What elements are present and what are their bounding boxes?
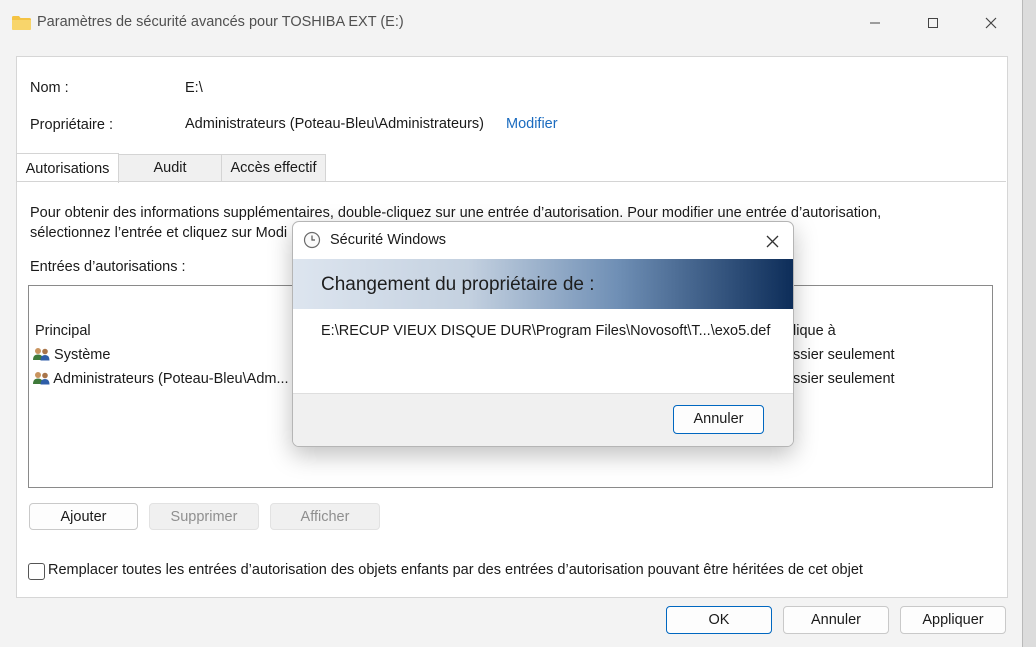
windows-security-dialog: Sécurité Windows Changement du propriéta… [292, 221, 794, 447]
name-label: Nom : [30, 80, 69, 96]
tab-permissions[interactable]: Autorisations [16, 153, 119, 183]
folder-icon [12, 16, 31, 30]
security-settings-window: Paramètres de sécurité avancés pour TOSH… [0, 0, 1023, 647]
replace-permissions-checkbox[interactable] [28, 563, 45, 580]
window-title: Paramètres de sécurité avancés pour TOSH… [37, 14, 404, 30]
users-icon [33, 348, 50, 361]
tab-audit[interactable]: Audit [118, 154, 222, 182]
column-header-applies-to[interactable]: lique à [793, 323, 836, 339]
close-icon [985, 17, 997, 29]
instructions-line-1: Pour obtenir des informations supplément… [30, 205, 882, 221]
add-button[interactable]: Ajouter [29, 503, 138, 530]
list-item[interactable]: Système [33, 347, 110, 363]
entries-label: Entrées d’autorisations : [30, 259, 186, 275]
apply-button[interactable]: Appliquer [900, 606, 1006, 634]
cancel-button[interactable]: Annuler [783, 606, 889, 634]
list-item[interactable]: Administrateurs (Poteau-Bleu\Adm... [33, 371, 289, 387]
instructions-line-2: sélectionnez l’entrée et cliquez sur Mod… [30, 225, 288, 241]
principal-name: Système [54, 347, 111, 363]
maximize-button[interactable] [910, 8, 956, 38]
view-button[interactable]: Afficher [270, 503, 380, 530]
principal-name: Administrateurs (Poteau-Bleu\Adm... [53, 371, 289, 387]
close-icon [766, 235, 778, 247]
ok-button[interactable]: OK [666, 606, 772, 634]
minimize-button[interactable] [852, 8, 898, 38]
dialog-close-button[interactable] [758, 228, 786, 254]
title-bar[interactable]: Paramètres de sécurité avancés pour TOSH… [0, 0, 1022, 46]
minimize-icon [870, 22, 880, 24]
column-header-principal[interactable]: Principal [35, 323, 91, 339]
applies-to-value: ssier seulement [793, 347, 895, 363]
applies-to-value: ssier seulement [793, 371, 895, 387]
name-value: E:\ [185, 80, 203, 96]
dialog-heading: Changement du propriétaire de : [321, 274, 595, 295]
users-icon [33, 372, 50, 385]
change-owner-link[interactable]: Modifier [506, 116, 558, 132]
remove-button[interactable]: Supprimer [149, 503, 259, 530]
tab-effective-access[interactable]: Accès effectif [221, 154, 326, 182]
replace-permissions-label: Remplacer toutes les entrées d’autorisat… [48, 562, 863, 578]
maximize-icon [928, 18, 938, 28]
dialog-cancel-button[interactable]: Annuler [673, 405, 764, 434]
dialog-title: Sécurité Windows [330, 232, 447, 248]
close-button[interactable] [968, 8, 1014, 38]
owner-value: Administrateurs (Poteau-Bleu\Administrat… [185, 116, 484, 132]
dialog-path: E:\RECUP VIEUX DISQUE DUR\Program Files\… [321, 323, 771, 339]
owner-label: Propriétaire : [30, 117, 114, 133]
tab-divider [16, 181, 1006, 182]
clock-icon [303, 231, 321, 249]
